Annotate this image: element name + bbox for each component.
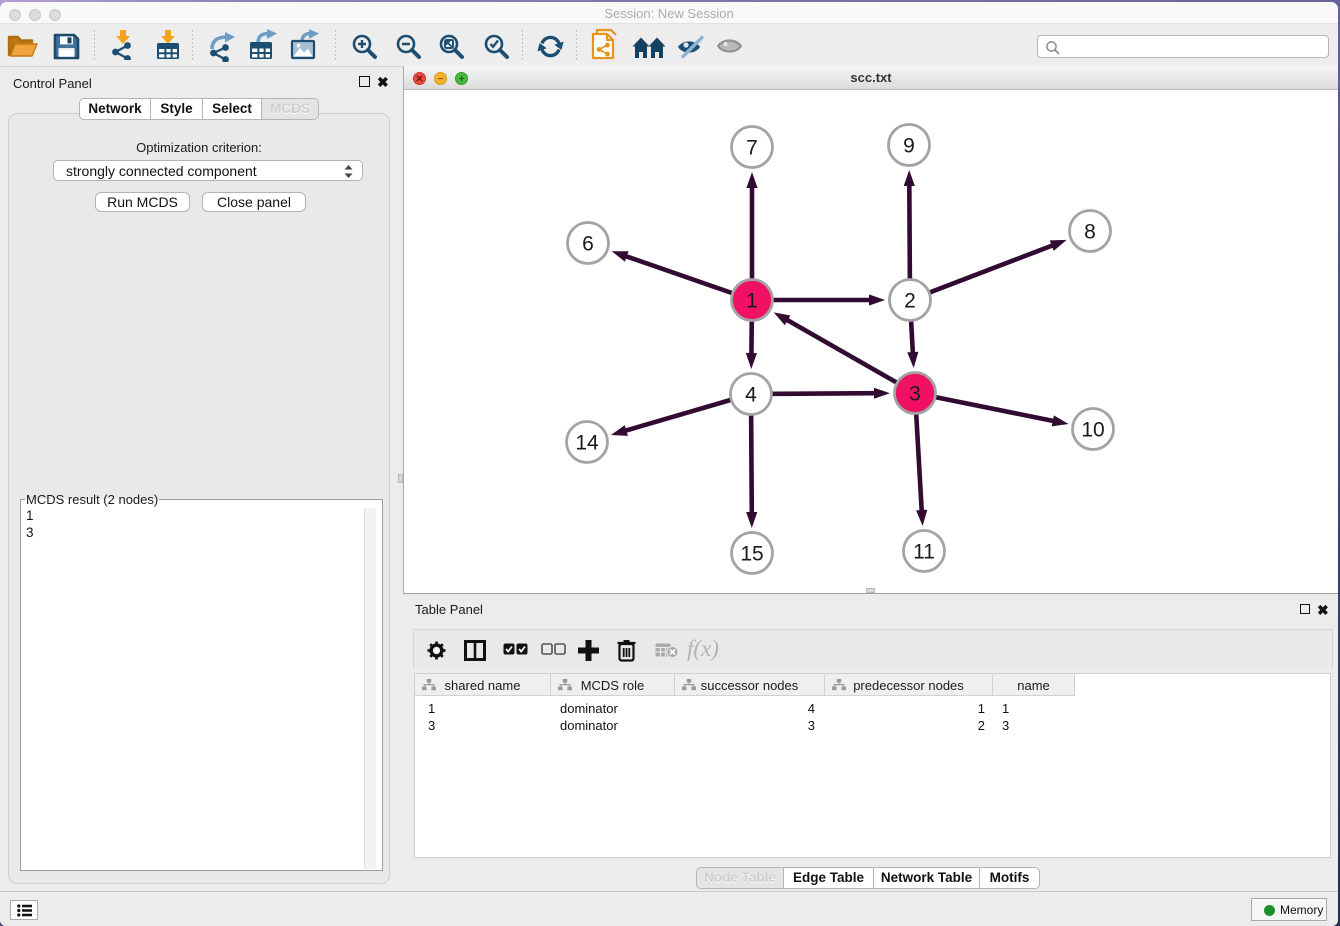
svg-text:10: 10 <box>1081 419 1104 442</box>
svg-text:9: 9 <box>903 135 915 158</box>
svg-text:15: 15 <box>740 543 763 566</box>
svg-text:4: 4 <box>745 384 757 407</box>
svg-text:2: 2 <box>904 290 916 313</box>
svg-text:6: 6 <box>582 233 594 256</box>
svg-text:1: 1 <box>746 290 758 313</box>
svg-text:8: 8 <box>1084 221 1096 244</box>
svg-text:3: 3 <box>909 383 921 406</box>
svg-text:11: 11 <box>913 541 935 564</box>
svg-text:14: 14 <box>575 432 599 455</box>
svg-text:7: 7 <box>746 137 758 160</box>
